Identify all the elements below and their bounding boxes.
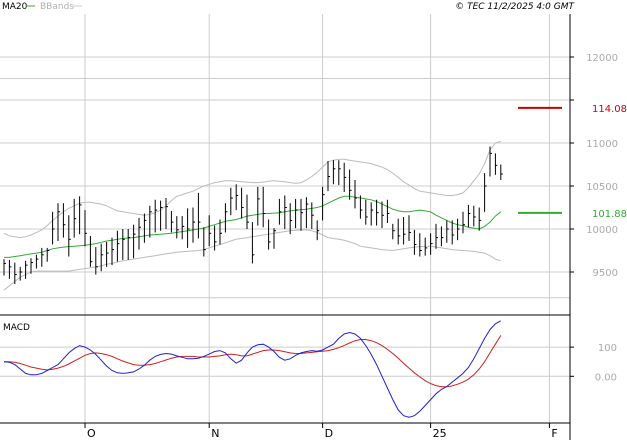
chart-background bbox=[0, 0, 627, 440]
price-axis-tick-label: 12000 bbox=[586, 53, 618, 64]
bbands-legend-label: BBands bbox=[40, 2, 74, 12]
macd-panel-title: MACD bbox=[3, 323, 30, 333]
x-axis-month-label: D bbox=[325, 427, 333, 440]
stock-chart: MA20 BBands © TEC 11/2/2025 4:0 GMT 114.… bbox=[0, 0, 627, 440]
price-axis-tick-label: 9500 bbox=[593, 268, 618, 279]
price-axis-tick-label: 11000 bbox=[586, 139, 618, 150]
price-axis-tick-label: 10000 bbox=[586, 225, 618, 236]
x-axis-month-label: N bbox=[211, 427, 219, 440]
macd-axis-tick-label: 100 bbox=[598, 343, 617, 354]
x-axis-month-label: F bbox=[551, 427, 557, 440]
resistance-level-label: 114.08 bbox=[592, 104, 627, 115]
price-axis-tick-label: 10500 bbox=[586, 182, 618, 193]
macd-axis-tick-label: 0.00 bbox=[595, 372, 617, 383]
support-level-label: 101.88 bbox=[592, 209, 627, 220]
copyright-timestamp: © TEC 11/2/2025 4:0 GMT bbox=[455, 2, 575, 12]
ma20-legend-label: MA20 bbox=[2, 2, 28, 12]
x-axis-month-label: O bbox=[87, 427, 96, 440]
x-axis-month-label: 25 bbox=[433, 427, 447, 440]
